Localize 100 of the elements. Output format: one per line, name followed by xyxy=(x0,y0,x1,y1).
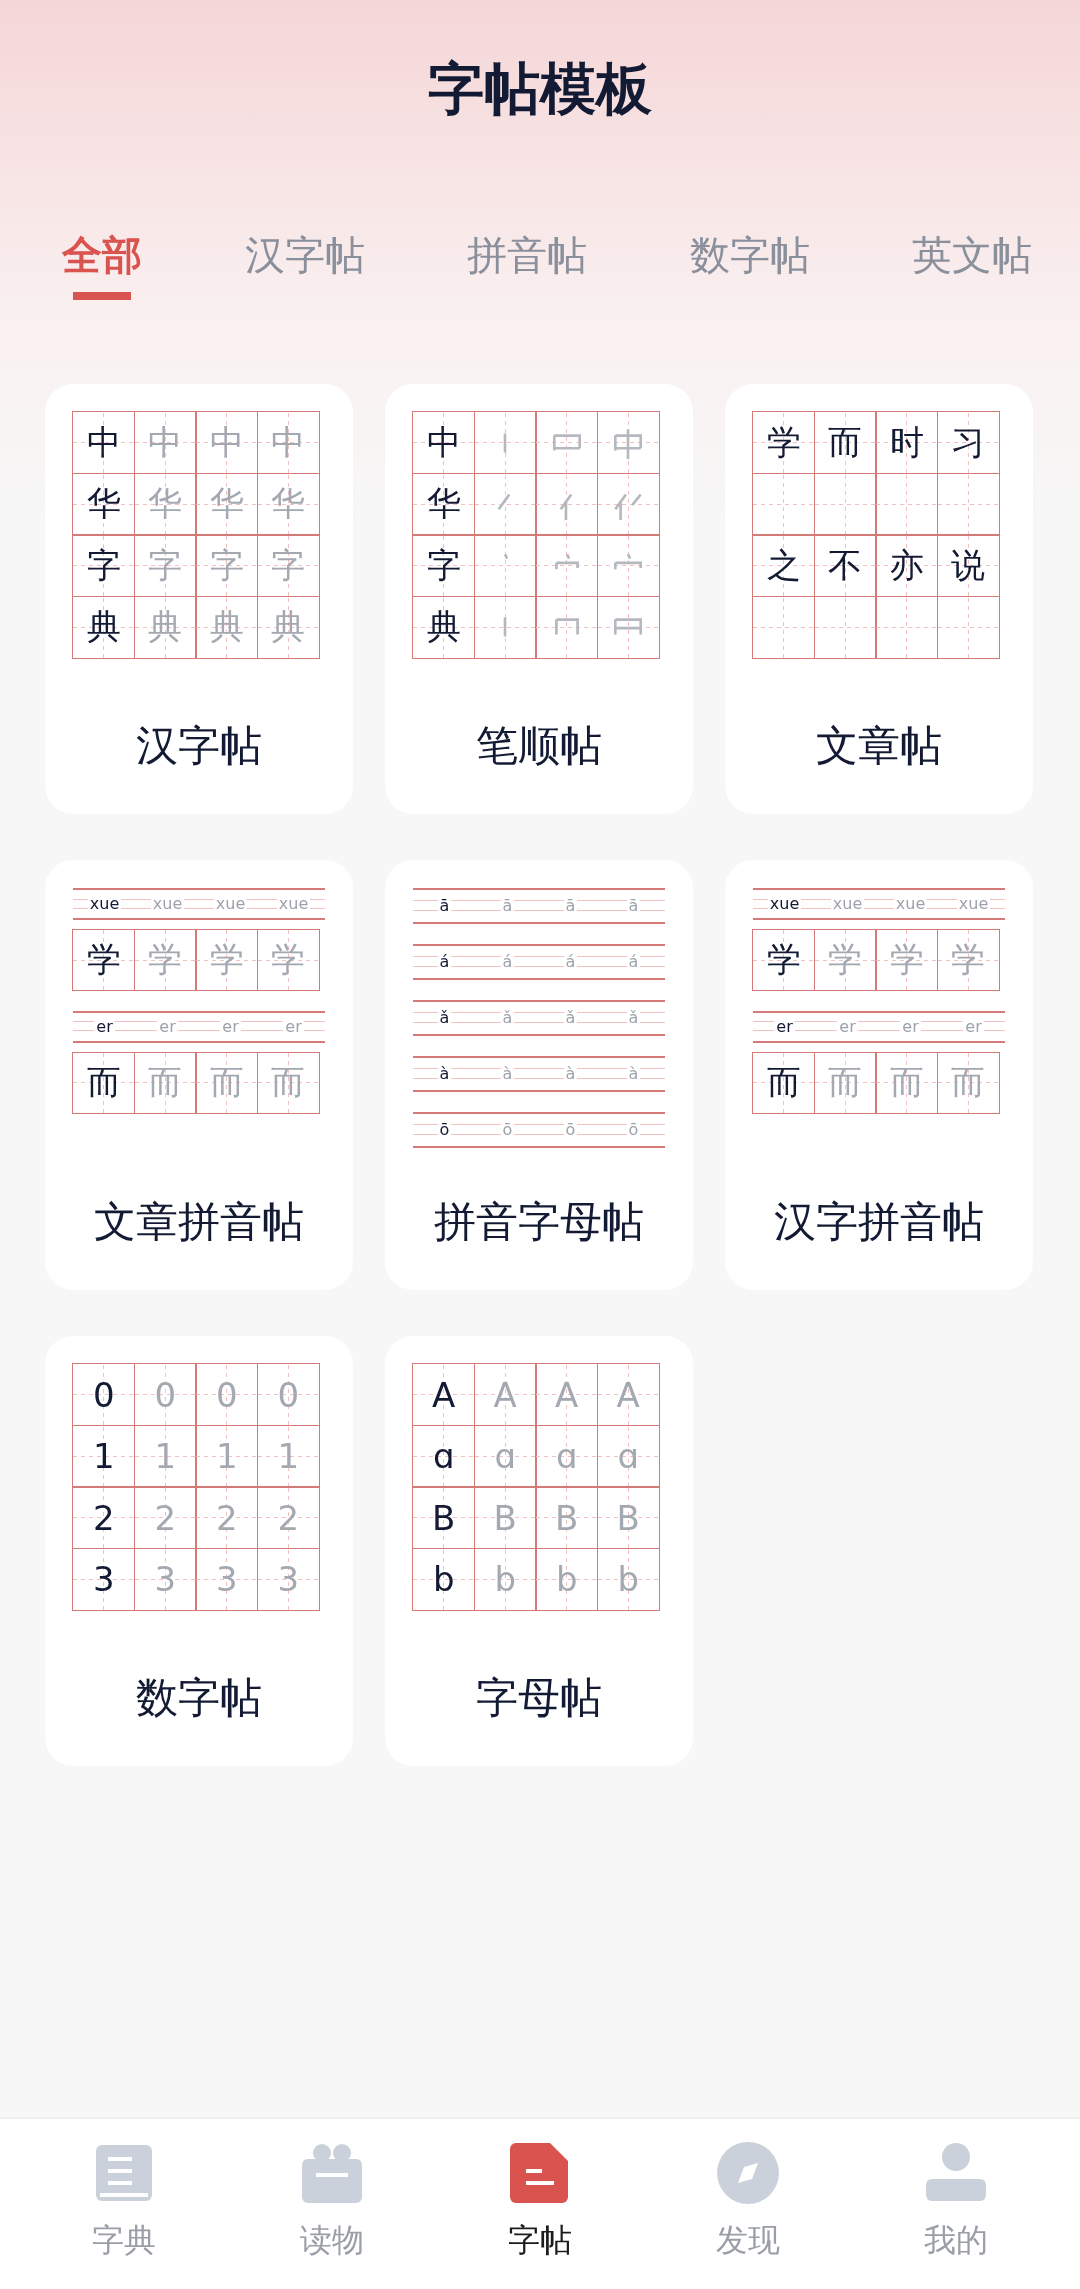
template-card[interactable]: 学 而 时 习 之 不 亦 说 文章帖 xyxy=(725,384,1033,814)
grid-cell: 0 xyxy=(256,1363,320,1427)
card-title: 文章拼音帖 xyxy=(94,1196,304,1248)
nav-tab[interactable]: 字帖 xyxy=(470,2119,610,2289)
grid-cell: 亦 xyxy=(875,534,939,598)
blank-grid-cell xyxy=(752,595,816,659)
stroke-order-drawing xyxy=(614,552,643,571)
stroke-order-drawing xyxy=(503,433,507,453)
stroke-order-drawing xyxy=(497,493,511,511)
grid-cell: 中 xyxy=(412,411,476,475)
template-card[interactable]: ā ā ā ā á á á á ǎ ǎ ǎ ǎ à à à à ō ō ō ō 拼音字母帖 xyxy=(385,860,693,1290)
grid-cell: 字 xyxy=(412,534,476,598)
stroke-order-drawing xyxy=(504,553,509,559)
grid-cell: b xyxy=(535,1547,599,1611)
stroke-order-drawing xyxy=(554,552,579,571)
grid-cell: 0 xyxy=(72,1363,136,1427)
grid-cell: 字 xyxy=(256,534,320,598)
grid-cell: 而 xyxy=(936,1051,1000,1114)
grid-cell: B xyxy=(473,1486,537,1550)
grid-cell: 华 xyxy=(412,472,476,536)
grid-cell: 说 xyxy=(936,534,1000,598)
grid-cell: 学 xyxy=(752,411,816,475)
grid-cell: 学 xyxy=(875,929,939,992)
grid-cell: 学 xyxy=(813,929,877,992)
grid-cell: 2 xyxy=(133,1486,197,1550)
grid-cell: 习 xyxy=(936,411,1000,475)
grid-cell: 学 xyxy=(752,929,816,992)
stroke-order-drawing xyxy=(503,617,507,637)
grid-cell: 而 xyxy=(133,1051,197,1114)
grid-cell: 1 xyxy=(195,1424,259,1488)
grid-cell: 字 xyxy=(195,534,259,598)
blank-grid-cell xyxy=(936,472,1000,536)
grid-cell: 而 xyxy=(813,411,877,475)
blank-grid-cell xyxy=(813,595,877,659)
grid-cell: ɑ xyxy=(473,1424,537,1488)
grid-cell: 字 xyxy=(133,534,197,598)
grid-cell: 学 xyxy=(72,929,136,992)
grid-cell: 典 xyxy=(412,595,476,659)
grid-cell: 而 xyxy=(813,1051,877,1114)
grid-cell: 时 xyxy=(875,411,939,475)
grid-cell: A xyxy=(596,1363,660,1427)
grid-cell: ɑ xyxy=(412,1424,476,1488)
card-title: 数字帖 xyxy=(136,1672,262,1724)
card-title: 笔顺帖 xyxy=(476,720,602,772)
grid-cell: b xyxy=(473,1547,537,1611)
grid-cell: B xyxy=(412,1486,476,1550)
grid-cell: b xyxy=(412,1547,476,1611)
grid-cell: A xyxy=(473,1363,537,1427)
grid-cell: 而 xyxy=(72,1051,136,1114)
grid-cell: 典 xyxy=(256,595,320,659)
grid-cell: 华 xyxy=(256,472,320,536)
grid-cell: 华 xyxy=(133,472,197,536)
blank-grid-cell xyxy=(936,595,1000,659)
grid-cell: B xyxy=(596,1486,660,1550)
stroke-order-drawing xyxy=(614,427,643,460)
grid-cell: 2 xyxy=(72,1486,136,1550)
grid-cell: 而 xyxy=(752,1051,816,1114)
grid-cell: 而 xyxy=(256,1051,320,1114)
blank-grid-cell xyxy=(875,595,939,659)
blank-grid-cell xyxy=(752,472,816,536)
gift-icon xyxy=(300,2141,364,2205)
grid-cell: 而 xyxy=(195,1051,259,1114)
blank-grid-cell xyxy=(875,472,939,536)
grid-cell: ɑ xyxy=(596,1424,660,1488)
card-title: 文章帖 xyxy=(816,720,942,772)
grid-cell: 典 xyxy=(133,595,197,659)
grid-cell: 不 xyxy=(813,534,877,598)
stroke-order-drawing xyxy=(614,493,643,522)
grid-cell: 学 xyxy=(195,929,259,992)
grid-cell: b xyxy=(596,1547,660,1611)
template-card[interactable]: A A A A ɑ ɑ ɑ ɑ B B B B b b b b 字母帖 xyxy=(385,1336,693,1766)
card-title: 汉字帖 xyxy=(136,720,262,772)
grid-cell: 华 xyxy=(72,472,136,536)
grid-cell: 3 xyxy=(256,1547,320,1611)
stroke-order-drawing xyxy=(554,618,579,636)
grid-cell: 中 xyxy=(256,411,320,475)
grid-cell: A xyxy=(412,1363,476,1427)
grid-cell: 学 xyxy=(133,929,197,992)
grid-cell: A xyxy=(535,1363,599,1427)
grid-cell: 学 xyxy=(936,929,1000,992)
blank-grid-cell xyxy=(813,472,877,536)
card-title: 汉字拼音帖 xyxy=(774,1196,984,1248)
grid-cell: 2 xyxy=(195,1486,259,1550)
grid-cell: 学 xyxy=(256,929,320,992)
template-card[interactable]: xue xue xue xue 学 学 学 学 er er er er 而 而 而 而 汉字拼音帖 xyxy=(725,860,1033,1290)
grid-cell: 3 xyxy=(133,1547,197,1611)
grid-cell: 中 xyxy=(72,411,136,475)
grid-cell: 而 xyxy=(875,1051,939,1114)
stroke-order-drawing xyxy=(614,618,643,636)
grid-cell: ɑ xyxy=(535,1424,599,1488)
grid-cell: 3 xyxy=(195,1547,259,1611)
compass-icon xyxy=(716,2141,780,2205)
grid-cell: 0 xyxy=(133,1363,197,1427)
card-title: 拼音字母帖 xyxy=(434,1196,644,1248)
grid-cell: 典 xyxy=(72,595,136,659)
grid-cell: 0 xyxy=(195,1363,259,1427)
stroke-order-drawing xyxy=(552,434,581,452)
template-card[interactable]: xue xue xue xue 学 学 学 学 er er er er 而 而 而 而 文章拼音帖 xyxy=(45,860,353,1290)
grid-cell: 中 xyxy=(133,411,197,475)
template-card[interactable]: 中 华 字 典 笔顺帖 xyxy=(385,384,693,814)
